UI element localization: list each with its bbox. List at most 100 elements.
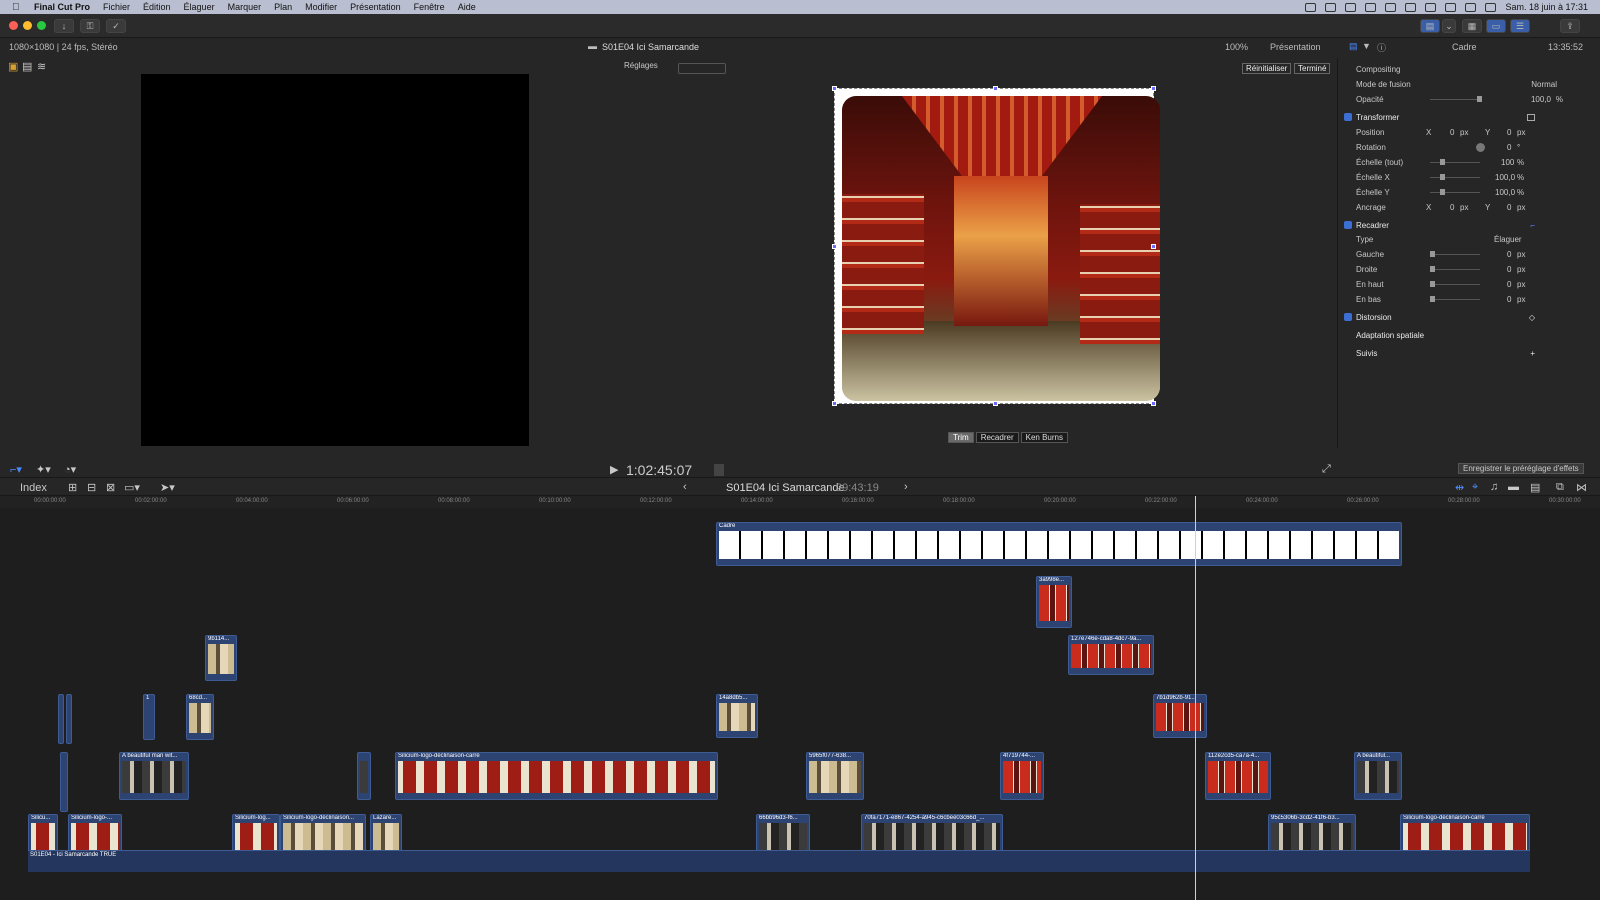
search-icon[interactable] [1445,2,1457,12]
timeline-clip[interactable]: 9b114... [205,635,237,681]
effects-browser-icon[interactable]: ⧉ [1556,481,1564,494]
timeline-clip[interactable]: 3a998e... [1036,576,1072,628]
anchor-x-value[interactable]: 0 [1450,203,1454,212]
rotation-dial[interactable] [1476,142,1485,152]
timeline-clip[interactable]: 4f719744-... [1000,752,1044,800]
crop-left-slider[interactable] [1430,250,1480,257]
zoom-dropdown[interactable]: 100% [1225,42,1248,52]
menu-clock[interactable]: Sam. 18 juin à 17:31 [1505,2,1588,12]
audio-icon[interactable]: ≋ [37,60,46,73]
back-arrow-icon[interactable]: ‹ [683,481,687,493]
scale-y-slider[interactable] [1430,188,1480,195]
import-icon[interactable]: ↓ [54,19,74,33]
menu-app-name[interactable]: Final Cut Pro [34,2,90,12]
crop-handle[interactable] [832,244,837,249]
recadrer-button[interactable]: Recadrer [975,432,1019,443]
snapping-icon[interactable]: ⌖ [1472,481,1478,494]
scale-y-value[interactable]: 100,0 [1495,188,1515,197]
opacity-slider[interactable] [1430,95,1482,102]
playhead[interactable] [1195,496,1196,900]
position-x-value[interactable]: 0 [1450,128,1454,137]
timeline-clip[interactable]: A beautiful... [1354,752,1402,800]
timeline-toggle-icon[interactable]: ▭ [1486,19,1506,33]
crop-handle[interactable] [1151,244,1156,249]
crop-handle[interactable] [832,401,837,406]
control-icon[interactable] [1345,2,1357,12]
headphones-icon[interactable]: ♫ [1490,481,1498,493]
library-toggle-icon[interactable]: ▤ [1420,19,1440,33]
crop-left-value[interactable]: 0 [1507,250,1511,259]
clip-appearance-icon[interactable]: ▤ [1530,481,1540,494]
enhance-icon[interactable]: ✦▾ [36,463,51,476]
spatial-conform-header[interactable]: Adaptation spatiale [1356,331,1424,340]
rotation-value[interactable]: 0 [1507,143,1511,152]
inspector-toggle-icon[interactable]: ☰ [1510,19,1530,33]
crop-handle[interactable] [993,86,998,91]
scale-x-slider[interactable] [1430,173,1480,180]
trim-button[interactable]: Trim [948,432,974,443]
photos-icon[interactable]: ▣ [8,60,18,73]
audio-meter-icon[interactable] [714,464,724,476]
timeline-clip[interactable]: 68cd... [186,694,214,740]
browser-toggle-icon[interactable]: ▦ [1462,19,1482,33]
zoom-button[interactable] [37,21,46,30]
crop-tool-icon[interactable]: ⌐▾ [10,463,22,476]
timeline-clip[interactable] [66,694,72,744]
done-button[interactable]: Terminé [1294,63,1331,74]
crop-handle[interactable] [993,401,998,406]
menu-modifier[interactable]: Modifier [305,2,337,12]
timeline-clip[interactable]: 7b1d962b-91... [1153,694,1207,738]
menu-marquer[interactable]: Marquer [228,2,262,12]
distortion-header[interactable]: Distorsion [1356,313,1392,322]
crop-right-slider[interactable] [1430,265,1480,272]
append-clip-icon[interactable]: ⊠ [106,481,115,494]
menu-elaguer[interactable]: Élaguer [184,2,215,12]
solo-icon[interactable]: ▬ [1508,481,1519,493]
timeline-clip[interactable]: Cadre [716,522,1402,566]
speed-icon[interactable]: ◔▾ [64,463,76,476]
crop-onscreen-icon[interactable]: ⌐ [1530,221,1535,230]
menu-aide[interactable]: Aide [458,2,476,12]
film-icon[interactable]: ▤ [22,60,32,73]
crop-top-value[interactable]: 0 [1507,280,1511,289]
crop-handle[interactable] [832,86,837,91]
distortion-onscreen-icon[interactable]: ◇ [1529,313,1535,322]
timecode-display[interactable]: 1:02:45:07 [626,462,692,478]
transitions-browser-icon[interactable]: ⋈ [1576,481,1587,494]
timeline-clip[interactable]: 112e2cd5-ca7a-4... [1205,752,1271,800]
settings-dropdown[interactable]: Réglages [624,61,658,70]
crop-checkbox[interactable] [1344,221,1352,229]
scale-all-slider[interactable] [1430,158,1480,165]
skimming-icon[interactable]: ⇹ [1455,481,1464,494]
filter-icon[interactable]: ▼ [1362,41,1371,51]
chevron-down-icon[interactable]: ⌄ [1442,19,1456,33]
apple-icon[interactable]:  [12,2,26,13]
menu-edition[interactable]: Édition [143,2,171,12]
share-icon[interactable]: ⇪ [1560,19,1580,33]
transform-checkbox[interactable] [1344,113,1352,121]
anchor-y-value[interactable]: 0 [1507,203,1511,212]
crop-right-value[interactable]: 0 [1507,265,1511,274]
play-icon[interactable]: ▶ [610,463,618,476]
forward-arrow-icon[interactable]: › [904,481,908,493]
timeline-clip[interactable] [60,752,68,812]
bluetooth-icon[interactable] [1405,2,1417,12]
fullscreen-icon[interactable]: ⤢ [1322,463,1331,476]
close-button[interactable] [9,21,18,30]
crop-bottom-slider[interactable] [1430,295,1480,302]
scale-x-value[interactable]: 100,0 [1495,173,1515,182]
crop-bottom-value[interactable]: 0 [1507,295,1511,304]
crop-handle[interactable] [1151,86,1156,91]
minimize-button[interactable] [23,21,32,30]
add-tracker-icon[interactable]: + [1530,349,1535,358]
index-button[interactable]: Index [14,482,53,494]
event-viewer-canvas[interactable] [141,74,529,446]
blend-mode-dropdown[interactable]: Normal [1531,80,1557,89]
wifi-icon[interactable] [1425,2,1437,12]
timeline-clip[interactable]: 127e746e-cda8-4dc7-9a... [1068,635,1154,675]
info-icon[interactable]: ⓘ [1377,41,1386,54]
reset-button[interactable]: Réinitialiser [1242,63,1292,74]
headphones-icon[interactable] [1385,2,1397,12]
transform-onscreen-icon[interactable] [1527,113,1535,121]
menu-plan[interactable]: Plan [274,2,292,12]
